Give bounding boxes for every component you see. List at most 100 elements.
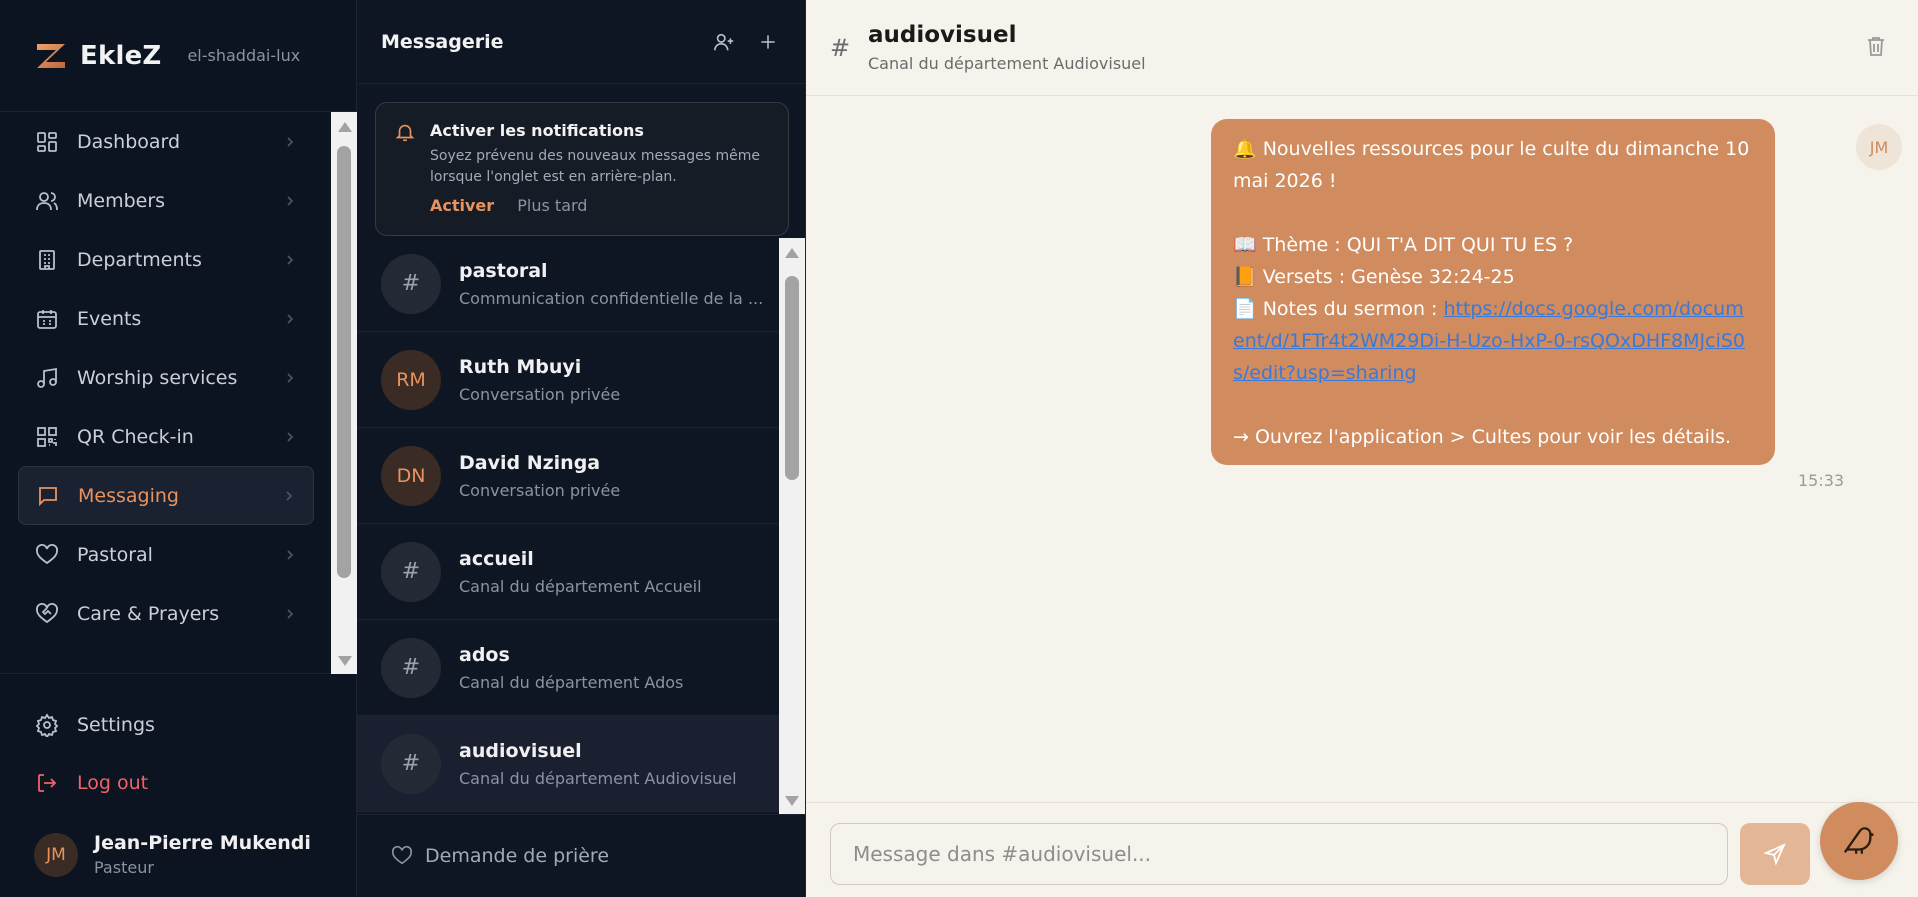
send-button[interactable]: [1740, 823, 1810, 885]
message-bubble: 🔔 Nouvelles ressources pour le culte du …: [1211, 119, 1775, 465]
bird-icon: [1843, 827, 1874, 854]
conversation-subtitle: Conversation privée: [459, 384, 621, 404]
sidebar-item-label: Dashboard: [77, 130, 181, 153]
conversation-panel: Messagerie Activer les notifications Soy…: [357, 0, 806, 897]
message-notes-prefix: 📄 Notes du sermon :: [1233, 298, 1444, 320]
sidebar-item-pastoral[interactable]: Pastoral: [18, 525, 314, 584]
conversation-subtitle: Communication confidentielle de la ...: [459, 288, 764, 308]
prayer-request-label: Demande de prière: [425, 845, 610, 867]
send-icon: [1763, 843, 1786, 866]
message-theme: 📖 Thème : QUI T'A DIT QUI TU ES ?: [1233, 234, 1574, 256]
conversation-name: accueil: [459, 547, 534, 570]
channel-hash-icon: #: [381, 733, 441, 794]
scroll-down-arrow-icon[interactable]: [785, 796, 799, 806]
logout-button[interactable]: Log out: [18, 754, 314, 812]
conversation-header: Messagerie: [357, 0, 805, 84]
chevron-right-icon: [287, 254, 294, 265]
chat-panel: # audiovisuel Canal du département Audio…: [806, 0, 1918, 897]
chevron-right-icon: [287, 136, 294, 147]
conversation-item-ados[interactable]: # ados Canal du département Ados: [357, 620, 779, 716]
conversation-subtitle: Conversation privée: [459, 480, 621, 500]
conversation-item-pastoral[interactable]: # pastoral Communication confidentielle …: [357, 236, 779, 332]
logout-icon: [34, 770, 60, 796]
scroll-up-arrow-icon[interactable]: [785, 248, 799, 258]
message-input[interactable]: [830, 823, 1728, 885]
message-composer: [806, 802, 1918, 897]
sidebar-item-label: Events: [77, 307, 142, 330]
conversation-item-accueil[interactable]: # accueil Canal du département Accueil: [357, 524, 779, 620]
scrollbar-thumb[interactable]: [785, 276, 799, 480]
trash-icon[interactable]: [1864, 34, 1888, 58]
heart-icon: [34, 542, 60, 568]
chat-header: # audiovisuel Canal du département Audio…: [806, 0, 1918, 96]
chevron-right-icon: [287, 195, 294, 206]
sidebar-item-members[interactable]: Members: [18, 171, 314, 230]
channel-hash-icon: #: [381, 541, 441, 602]
conversation-item-ruth-mbuyi[interactable]: RM Ruth Mbuyi Conversation privée: [357, 332, 779, 428]
settings-label: Settings: [77, 714, 155, 736]
sidebar-item-qr-check-in[interactable]: QR Check-in: [18, 407, 314, 466]
chat-bubble-icon: [35, 483, 61, 509]
channel-hash-icon: #: [381, 253, 441, 314]
user-plus-icon: [714, 33, 734, 50]
chevron-right-icon: [287, 608, 294, 619]
sidebar: EkleZ el-shaddai-lux Dashboard Members D…: [0, 0, 357, 897]
chevron-right-icon: [287, 549, 294, 560]
message-headline: 🔔 Nouvelles ressources pour le culte du …: [1233, 138, 1750, 192]
eklez-logo-icon: [37, 43, 65, 68]
gear-icon: [34, 712, 60, 738]
conversation-list-scrollbar[interactable]: [779, 238, 805, 814]
qr-code-icon: [34, 424, 60, 450]
add-user-button[interactable]: [711, 29, 737, 55]
conversation-name: Ruth Mbuyi: [459, 355, 582, 378]
sidebar-item-care-prayers[interactable]: Care & Prayers: [18, 584, 314, 643]
user-profile[interactable]: JM Jean-Pierre Mukendi Pasteur: [34, 832, 311, 877]
conversation-panel-title: Messagerie: [381, 30, 504, 53]
sidebar-item-departments[interactable]: Departments: [18, 230, 314, 289]
sidebar-bottom-nav: Settings Log out: [18, 696, 314, 812]
chevron-right-icon: [287, 372, 294, 383]
sidebar-item-settings[interactable]: Settings: [18, 696, 314, 754]
building-icon: [34, 247, 60, 273]
assistant-bird-button[interactable]: [1820, 802, 1898, 880]
chevron-right-icon: [287, 431, 294, 442]
activate-notifications-button[interactable]: Activer: [430, 196, 494, 215]
sidebar-item-worship-services[interactable]: Worship services: [18, 348, 314, 407]
sidebar-item-events[interactable]: Events: [18, 289, 314, 348]
music-note-icon: [34, 365, 60, 391]
later-button[interactable]: Plus tard: [517, 196, 587, 215]
conversation-name: pastoral: [459, 259, 548, 282]
message-timestamp: 15:33: [1798, 471, 1845, 490]
scrollbar-thumb[interactable]: [337, 146, 351, 578]
conversation-item-david-nzinga[interactable]: DN David Nzinga Conversation privée: [357, 428, 779, 524]
sidebar-item-label: Departments: [77, 248, 202, 271]
channel-description: Canal du département Audiovisuel: [868, 54, 1146, 73]
avatar: JM: [1856, 124, 1902, 170]
sidebar-item-dashboard[interactable]: Dashboard: [18, 112, 314, 171]
sidebar-item-messaging[interactable]: Messaging: [18, 466, 314, 525]
heart-handshake-icon: [34, 601, 60, 627]
sidebar-scrollbar[interactable]: [331, 112, 357, 674]
plus-icon: [761, 34, 775, 49]
conversation-item-audiovisuel[interactable]: # audiovisuel Canal du département Audio…: [357, 716, 779, 812]
message-cta: → Ouvrez l'application > Cultes pour voi…: [1233, 426, 1732, 448]
dashboard-icon: [34, 129, 60, 155]
conversation-list: # pastoral Communication confidentielle …: [357, 236, 779, 816]
scroll-down-arrow-icon[interactable]: [338, 656, 352, 666]
conversation-name: audiovisuel: [459, 739, 582, 762]
notification-title: Activer les notifications: [430, 121, 644, 140]
conversation-subtitle: Canal du département Ados: [459, 672, 684, 692]
chevron-right-icon: [286, 490, 293, 501]
sidebar-item-label: Care & Prayers: [77, 602, 220, 625]
conversation-name: David Nzinga: [459, 451, 601, 474]
new-conversation-button[interactable]: [755, 29, 781, 55]
users-icon: [34, 188, 60, 214]
scroll-up-arrow-icon[interactable]: [338, 122, 352, 132]
chevron-right-icon: [287, 313, 294, 324]
conversation-name: ados: [459, 643, 510, 666]
prayer-request-button[interactable]: Demande de prière: [357, 814, 806, 897]
sidebar-item-label: Members: [77, 189, 166, 212]
channel-title: audiovisuel: [868, 22, 1017, 48]
notification-description: Soyez prévenu des nouveaux messages même…: [430, 148, 760, 185]
avatar: JM: [34, 832, 78, 877]
